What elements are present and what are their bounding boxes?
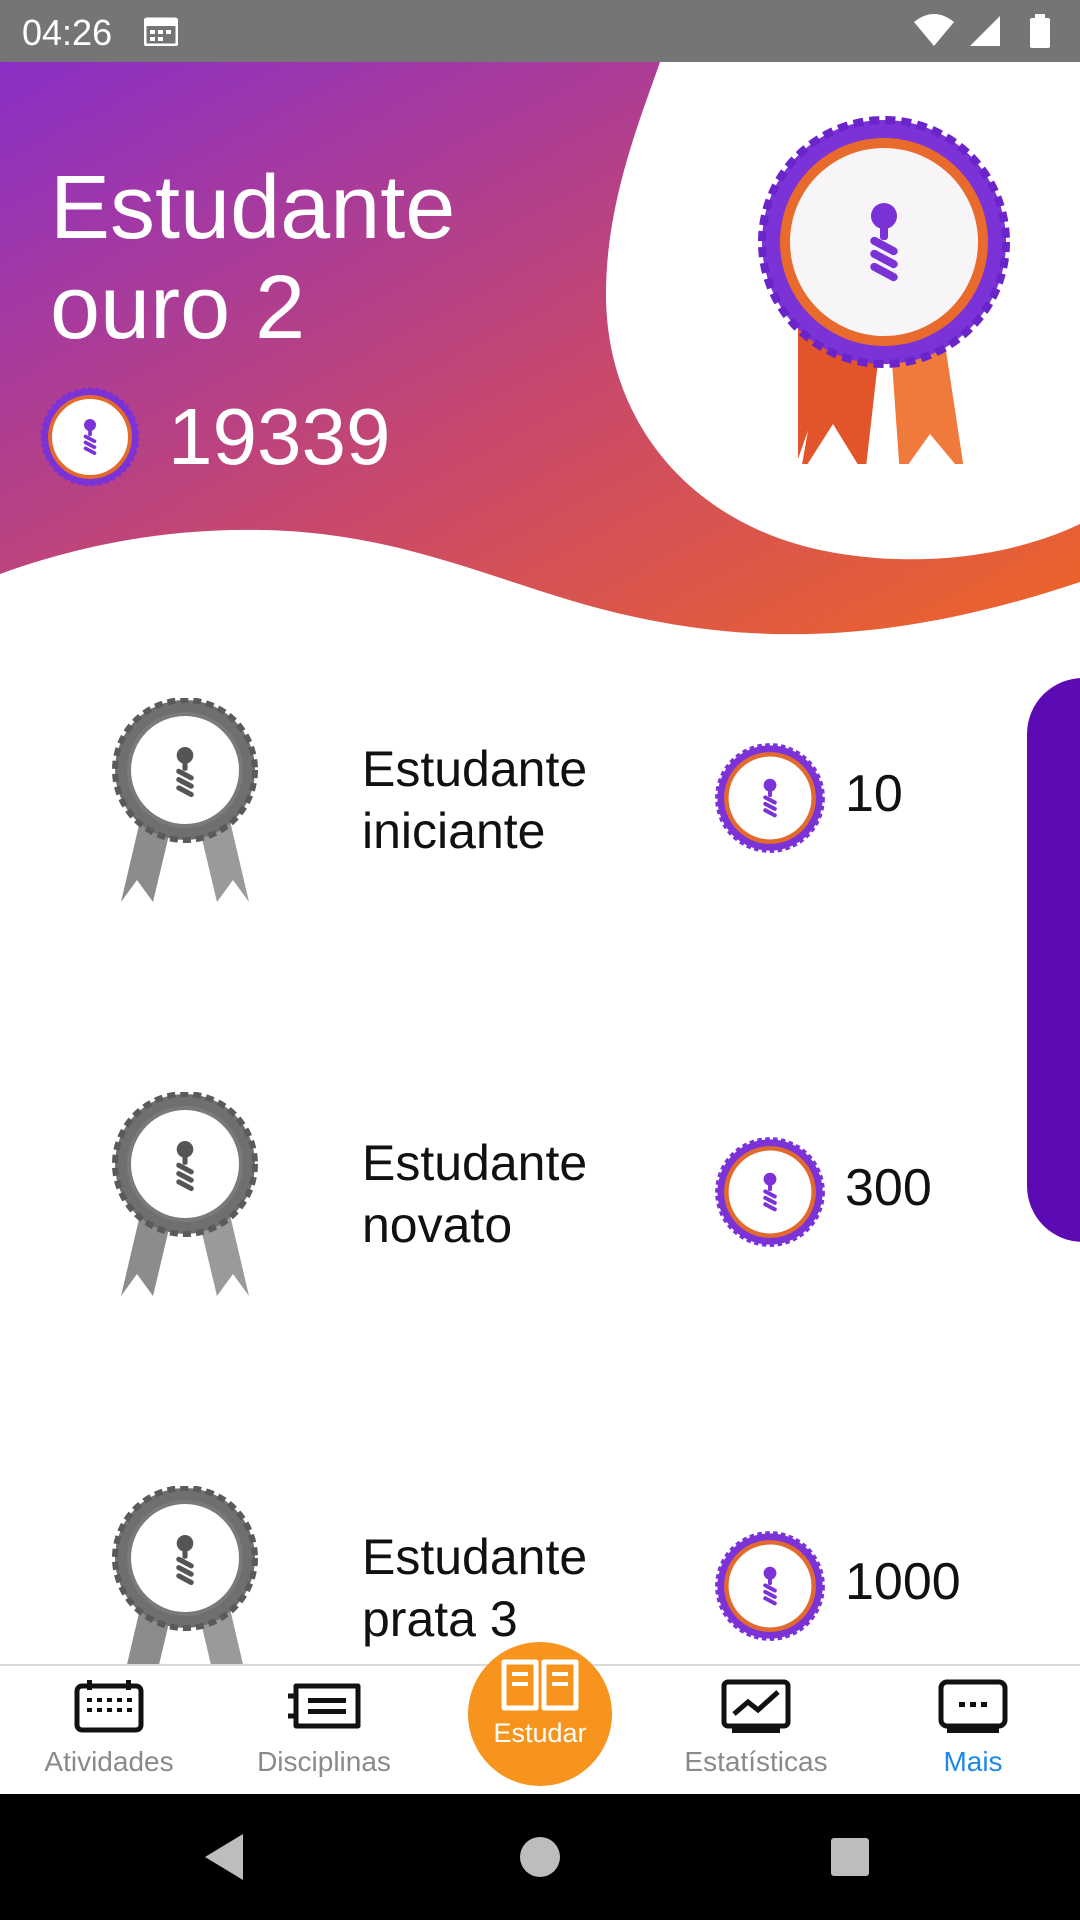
status-time: 04:26 [22, 12, 113, 53]
more-icon [938, 1679, 1008, 1733]
recents-icon[interactable] [790, 1794, 910, 1920]
rank-title: Estudante ouro 2 [50, 158, 456, 358]
points-coin-icon [40, 387, 140, 487]
status-icons [914, 14, 1050, 48]
nav-estatisticas[interactable]: Estatísticas [656, 1678, 856, 1788]
signal-icon [970, 16, 1000, 46]
points-coin-icon [715, 1531, 825, 1641]
total-points: 19339 [40, 382, 390, 492]
side-drawer-tab[interactable] [1027, 678, 1080, 1242]
rank-name: Estudante novato [362, 1135, 588, 1253]
gold-medal-icon [758, 116, 1010, 464]
rank-item: Estudante novato 300 [0, 1036, 1030, 1430]
list-icon [288, 1683, 361, 1729]
home-icon[interactable] [480, 1794, 600, 1920]
calendar-icon [74, 1680, 144, 1733]
study-button[interactable]: Estudar [468, 1642, 612, 1786]
calendar-icon [144, 17, 178, 46]
study-label: Estudar [493, 1718, 587, 1748]
rank-list[interactable]: Estudante iniciante 10 Estudante novato … [0, 642, 1080, 1664]
rank-item: Estudante prata 3 1000 [0, 1430, 1030, 1664]
nav-atividades[interactable]: Atividades [9, 1678, 209, 1788]
rank-header: Estudante ouro 2 19339 [0, 62, 1080, 642]
status-bar: 04:26 [0, 0, 1080, 62]
rank-points: 1000 [845, 1553, 961, 1611]
points-coin-icon [715, 1137, 825, 1247]
nav-disciplinas[interactable]: Disciplinas [224, 1678, 424, 1788]
nav-label: Atividades [44, 1746, 174, 1777]
rank-name: Estudante iniciante [362, 741, 588, 859]
battery-icon [1030, 14, 1050, 48]
medal-icon [112, 1092, 258, 1296]
book-icon [501, 1659, 579, 1711]
rank-name: Estudante prata 3 [362, 1529, 588, 1647]
medal-icon [112, 698, 258, 902]
points-coin-icon [715, 743, 825, 853]
rank-points: 10 [845, 765, 903, 823]
chart-icon [721, 1679, 791, 1733]
points-value: 19339 [168, 392, 391, 481]
rank-item: Estudante iniciante 10 [0, 642, 1030, 1036]
system-nav-bar [0, 1794, 1080, 1920]
medal-icon [112, 1486, 258, 1664]
nav-mais[interactable]: Mais [873, 1678, 1073, 1788]
nav-label: Estatísticas [684, 1746, 828, 1777]
nav-label: Disciplinas [257, 1746, 391, 1777]
back-icon[interactable] [165, 1794, 285, 1920]
wifi-icon [914, 14, 954, 46]
rank-points: 300 [845, 1159, 932, 1217]
nav-label: Mais [943, 1746, 1003, 1777]
